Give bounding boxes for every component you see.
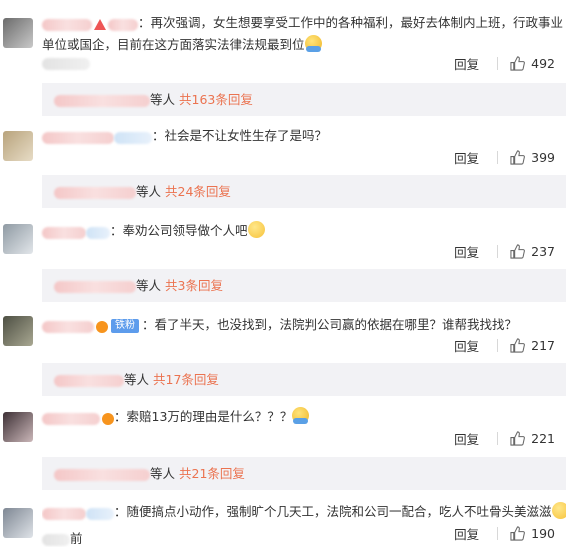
thumbs-up-icon[interactable] (510, 526, 526, 541)
username[interactable] (42, 13, 138, 34)
thumbs-up-icon[interactable] (510, 431, 526, 446)
divider (497, 339, 499, 352)
hug-emoji (292, 407, 310, 424)
comment-text: ：社会是不让女性生存了是吗？ (42, 125, 566, 147)
timestamp: 前 (42, 528, 83, 547)
sub-replies[interactable]: 等人 共21条回复 (42, 457, 566, 490)
sub-prefix: 等人 (150, 92, 176, 107)
time-suffix: 前 (70, 531, 83, 546)
divider (497, 151, 499, 164)
sub-prefix: 等人 (150, 466, 176, 481)
comment-body: ：奉劝公司领导做个人吧 (110, 223, 248, 238)
thumbs-up-icon[interactable] (510, 150, 526, 165)
more-replies-link[interactable]: 共24条回复 (165, 184, 231, 199)
more-replies-link[interactable]: 共3条回复 (165, 278, 223, 293)
thumbs-up-icon[interactable] (510, 338, 526, 353)
reply-button[interactable]: 回复 (454, 524, 479, 543)
fan-badge: 铁粉 (111, 318, 139, 333)
comment-body: ：索赔13万的理由是什么？？？ (114, 409, 293, 424)
smile-emoji (247, 221, 265, 238)
more-replies-link[interactable]: 共17条回复 (153, 372, 219, 387)
verified-icon (102, 412, 114, 425)
username[interactable] (42, 407, 114, 428)
like-count: 221 (531, 431, 555, 446)
sub-replies[interactable]: 等人 共3条回复 (42, 269, 566, 302)
divider (497, 245, 499, 258)
comment-meta: 回复 492 (42, 54, 566, 74)
thumbs-up-icon[interactable] (510, 244, 526, 259)
smile-emoji (551, 502, 566, 519)
comment-body: ：社会是不让女性生存了是吗？ (152, 128, 328, 143)
comment-meta: 回复 399 (42, 148, 566, 168)
comment-text: ：索赔13万的理由是什么？？？ (42, 406, 566, 428)
sub-prefix: 等人 (136, 184, 162, 199)
sub-replies[interactable]: 等人 共17条回复 (42, 363, 566, 396)
timestamp (42, 58, 90, 70)
avatar[interactable] (3, 18, 33, 48)
avatar[interactable] (3, 412, 33, 442)
comment-meta: 回复 237 (42, 242, 566, 262)
divider (497, 57, 499, 70)
avatar[interactable] (3, 508, 33, 538)
comment-actions: 回复 237 (454, 242, 555, 261)
comment-text: ：再次强调，女生想要享受工作中的各种福利，最好去体制内上班，行政事业单位或国企，… (42, 12, 566, 55)
avatar[interactable] (3, 224, 33, 254)
comment-actions: 回复 492 (454, 54, 555, 73)
like-count: 492 (531, 56, 555, 71)
username[interactable] (42, 315, 108, 336)
reply-button[interactable]: 回复 (454, 242, 479, 261)
comment-meta: 前 回复 190 (42, 524, 566, 547)
comment-body: ：看了半天，也没找到，法院判公司赢的依据在哪里？谁帮我找找？ (142, 317, 518, 332)
comment-body: ：随便搞点小动作，强制旷个几天工，法院和公司一配合，吃人不吐骨头美滋滋 (114, 504, 552, 519)
username[interactable] (42, 126, 152, 147)
username[interactable] (42, 502, 114, 523)
comment-text: ：随便搞点小动作，强制旷个几天工，法院和公司一配合，吃人不吐骨头美滋滋 (42, 501, 566, 523)
sub-prefix: 等人 (124, 372, 150, 387)
reply-button[interactable]: 回复 (454, 336, 479, 355)
comment-text: ：奉劝公司领导做个人吧 (42, 220, 566, 242)
like-count: 217 (531, 338, 555, 353)
thumbs-up-icon[interactable] (510, 56, 526, 71)
comment-actions: 回复 217 (454, 336, 555, 355)
like-count: 190 (531, 526, 555, 541)
like-count: 237 (531, 244, 555, 259)
comment-actions: 回复 190 (454, 524, 555, 543)
comment-actions: 回复 399 (454, 148, 555, 167)
divider (497, 527, 499, 540)
comment-meta: 回复 221 (42, 429, 566, 449)
like-count: 399 (531, 150, 555, 165)
comment-text: 铁粉 ：看了半天，也没找到，法院判公司赢的依据在哪里？谁帮我找找？ (42, 314, 566, 336)
rank-icon (94, 19, 106, 30)
more-replies-link[interactable]: 共163条回复 (179, 92, 253, 107)
avatar[interactable] (3, 131, 33, 161)
reply-button[interactable]: 回复 (454, 148, 479, 167)
hug-emoji (304, 35, 322, 52)
reply-button[interactable]: 回复 (454, 54, 479, 73)
avatar[interactable] (3, 316, 33, 346)
sub-prefix: 等人 (136, 278, 162, 293)
comment-meta: 回复 217 (42, 336, 566, 356)
username[interactable] (42, 221, 110, 242)
comment-actions: 回复 221 (454, 429, 555, 448)
sub-replies[interactable]: 等人 共24条回复 (42, 175, 566, 208)
divider (497, 432, 499, 445)
sub-replies[interactable]: 等人 共163条回复 (42, 83, 566, 116)
reply-button[interactable]: 回复 (454, 429, 479, 448)
more-replies-link[interactable]: 共21条回复 (179, 466, 245, 481)
verified-icon (96, 320, 108, 333)
